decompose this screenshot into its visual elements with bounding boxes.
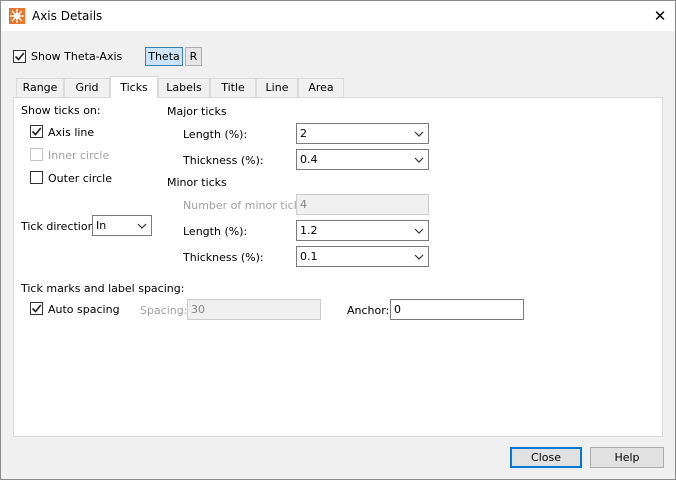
- axis-line-label: Axis line: [48, 126, 95, 139]
- auto-spacing-checkbox[interactable]: [30, 302, 43, 315]
- major-length-label: Length (%):: [183, 128, 248, 141]
- tab-title[interactable]: Title: [210, 78, 256, 97]
- outer-circle-label: Outer circle: [48, 172, 112, 185]
- axis-details-dialog: Axis Details ✕ Show Theta-Axis Theta R R…: [0, 0, 676, 480]
- tab-ticks[interactable]: Ticks: [110, 76, 158, 98]
- auto-spacing-label: Auto spacing: [48, 303, 120, 316]
- tab-grid[interactable]: Grid: [64, 78, 110, 97]
- chevron-down-icon: [137, 221, 147, 231]
- close-button[interactable]: Close: [510, 447, 582, 468]
- tick-direction-value: In: [96, 219, 107, 232]
- tab-range[interactable]: Range: [16, 78, 64, 97]
- major-thickness-value: 0.4: [300, 153, 318, 166]
- major-thickness-label: Thickness (%):: [183, 154, 264, 167]
- inner-circle-checkbox[interactable]: [30, 148, 43, 161]
- major-ticks-heading: Major ticks: [167, 105, 227, 118]
- help-button[interactable]: Help: [590, 447, 664, 468]
- close-window-icon[interactable]: ✕: [647, 6, 673, 26]
- chevron-down-icon: [414, 155, 424, 165]
- title-bar: Axis Details ✕: [1, 1, 675, 31]
- r-toggle-button[interactable]: R: [185, 47, 202, 66]
- chevron-down-icon: [414, 252, 424, 262]
- anchor-label: Anchor:: [347, 304, 390, 317]
- minor-count-field[interactable]: 4: [296, 194, 429, 215]
- window-title: Axis Details: [32, 9, 103, 23]
- minor-ticks-heading: Minor ticks: [167, 176, 227, 189]
- minor-thickness-label: Thickness (%):: [183, 251, 264, 264]
- show-axis-checkbox[interactable]: [13, 50, 26, 63]
- tick-direction-label: Tick direction:: [21, 220, 99, 233]
- minor-thickness-select[interactable]: 0.1: [296, 246, 429, 267]
- show-ticks-heading: Show ticks on:: [21, 104, 101, 117]
- minor-thickness-value: 0.1: [300, 250, 318, 263]
- ticks-panel: [13, 97, 663, 437]
- major-length-select[interactable]: 2: [296, 123, 429, 144]
- tab-area[interactable]: Area: [298, 78, 344, 97]
- minor-length-label: Length (%):: [183, 225, 248, 238]
- spacing-label: Spacing:: [140, 304, 188, 317]
- major-thickness-select[interactable]: 0.4: [296, 149, 429, 170]
- minor-length-select[interactable]: 1.2: [296, 220, 429, 241]
- chevron-down-icon: [414, 226, 424, 236]
- tick-direction-select[interactable]: In: [92, 215, 152, 236]
- spacing-heading: Tick marks and label spacing:: [21, 282, 185, 295]
- show-axis-label: Show Theta-Axis: [31, 50, 123, 63]
- tab-line[interactable]: Line: [256, 78, 298, 97]
- chevron-down-icon: [414, 129, 424, 139]
- spacing-field[interactable]: 30: [187, 299, 321, 320]
- inner-circle-label: Inner circle: [48, 149, 110, 162]
- app-icon: [9, 8, 25, 24]
- theta-toggle-button[interactable]: Theta: [145, 47, 183, 66]
- minor-count-label: Number of minor ticks:: [183, 199, 310, 212]
- axis-line-checkbox[interactable]: [30, 125, 43, 138]
- anchor-field[interactable]: 0: [390, 299, 524, 320]
- outer-circle-checkbox[interactable]: [30, 171, 43, 184]
- tab-labels[interactable]: Labels: [158, 78, 210, 97]
- major-length-value: 2: [300, 127, 307, 140]
- minor-length-value: 1.2: [300, 224, 318, 237]
